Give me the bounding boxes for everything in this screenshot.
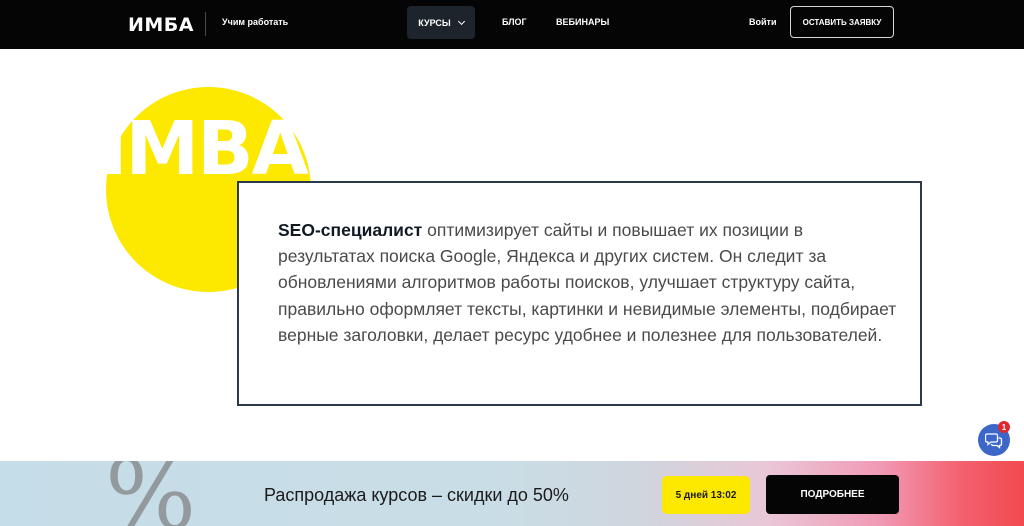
imba-big-logo-text: IMBA xyxy=(100,106,309,192)
top-navigation-bar: ИМБА Учим работать КУРСЫ БЛОГ ВЕБИНАРЫ В… xyxy=(0,0,1024,49)
sale-banner: % Распродажа курсов – скидки до 50% 5 дн… xyxy=(0,461,1024,526)
sale-countdown-timer: 5 дней 13:02 xyxy=(662,476,750,514)
description-text: SEO-специалист оптимизирует сайты и повы… xyxy=(278,217,898,348)
nav-courses-label: КУРСЫ xyxy=(418,17,451,28)
chevron-down-icon xyxy=(457,17,465,25)
description-bold-term: SEO-специалист xyxy=(278,220,423,240)
apply-button[interactable]: ОСТАВИТЬ ЗАЯВКУ xyxy=(790,6,894,38)
nav-blog-link[interactable]: БЛОГ xyxy=(502,17,527,27)
sale-banner-text: Распродажа курсов – скидки до 50% xyxy=(264,485,569,505)
chat-bubbles-icon xyxy=(985,433,1003,449)
nav-courses-dropdown[interactable]: КУРСЫ xyxy=(407,6,475,39)
tagline: Учим работать xyxy=(222,17,289,27)
sale-countdown-value: 5 дней 13:02 xyxy=(675,489,737,501)
logo-divider xyxy=(205,12,206,36)
more-details-label: ПОДРОБНЕЕ xyxy=(800,489,865,500)
chat-notification-badge: 1 xyxy=(998,421,1010,433)
nav-webinars-link[interactable]: ВЕБИНАРЫ xyxy=(556,17,609,27)
description-card: SEO-специалист оптимизирует сайты и повы… xyxy=(237,181,922,406)
more-details-button[interactable]: ПОДРОБНЕЕ xyxy=(766,475,899,514)
percent-decoration: % xyxy=(105,461,197,526)
apply-button-label: ОСТАВИТЬ ЗАЯВКУ xyxy=(802,17,882,27)
imba-logo[interactable]: ИМБА xyxy=(128,14,194,36)
login-link[interactable]: Войти xyxy=(749,17,776,27)
